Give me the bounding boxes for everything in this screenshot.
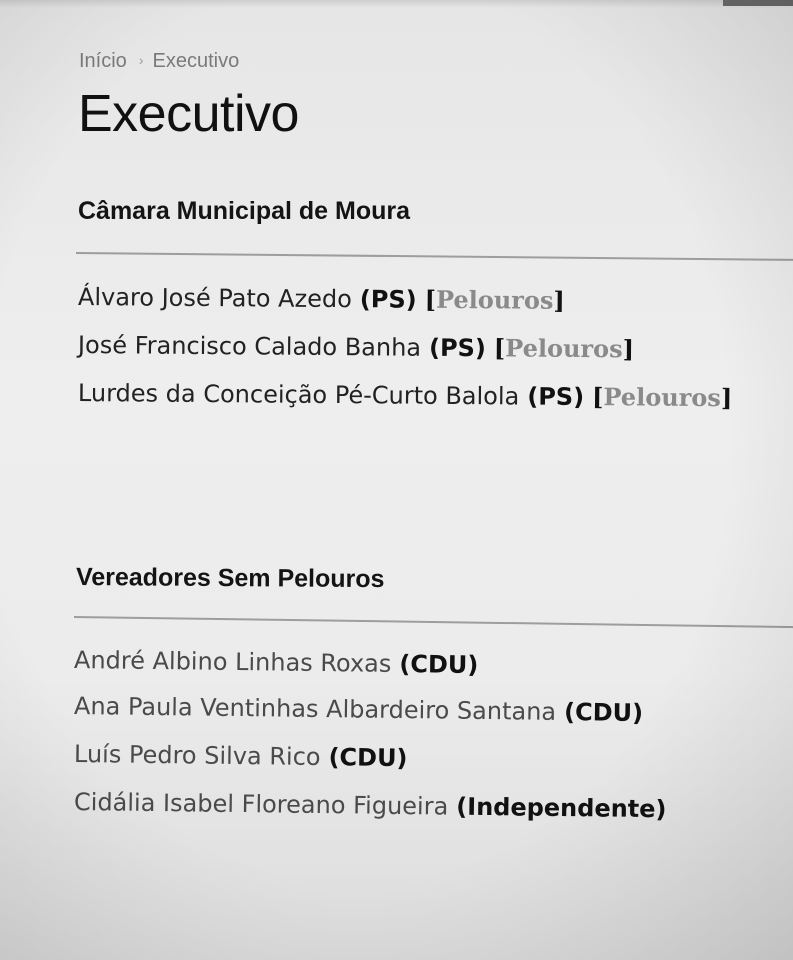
- member-name: Ana Paula Ventinhas Albardeiro Santana: [73, 692, 557, 726]
- member-party: (PS): [527, 382, 585, 411]
- screen-top-edge: [0, 0, 793, 8]
- section-divider: [75, 252, 793, 261]
- member-name: José Francisco Calado Banha: [77, 331, 422, 362]
- breadcrumb-home-link[interactable]: Início: [79, 50, 127, 72]
- section-heading-sem-pelouros: Vereadores Sem Pelouros: [75, 563, 385, 594]
- list-item: Ana Paula Ventinhas Albardeiro Santana (C…: [74, 692, 643, 727]
- member-name: André Albino Linhas Roxas: [73, 646, 392, 678]
- pelouros-link[interactable]: Pelouros: [436, 285, 554, 315]
- member-name: Luís Pedro Silva Rico: [73, 740, 321, 772]
- section-divider: [73, 616, 793, 629]
- list-item: Luís Pedro Silva Rico (CDU): [74, 740, 408, 772]
- breadcrumb: Início › Executivo: [79, 50, 239, 73]
- pelouros-link[interactable]: Pelouros: [603, 382, 721, 412]
- pelouros-bracket: [Pelouros]: [493, 333, 635, 364]
- pelouros-link[interactable]: Pelouros: [505, 333, 623, 363]
- pelouros-bracket: [Pelouros]: [591, 382, 733, 413]
- member-name: Álvaro José Pato Azedo: [77, 283, 352, 314]
- screen-corner: [723, 0, 793, 6]
- breadcrumb-current: Executivo: [152, 50, 240, 72]
- member-party: (PS): [359, 285, 417, 314]
- list-item: André Albino Linhas Roxas (CDU): [74, 646, 479, 679]
- page: Início › Executivo Executivo Câmara Munici…: [0, 0, 793, 960]
- section-heading-camara: Câmara Municipal de Moura: [78, 197, 411, 225]
- member-party: (CDU): [563, 697, 644, 727]
- list-item: Cidália Isabel Floreano Figueira (Indepen…: [74, 788, 667, 823]
- list-item: Álvaro José Pato Azedo (PS) [Pelouros]: [78, 282, 565, 315]
- member-name: Cidália Isabel Floreano Figueira: [73, 788, 449, 821]
- page-title: Executivo: [78, 85, 299, 143]
- list-item: Lurdes da Conceição Pé-Curto Balola (PS)[…: [78, 378, 732, 412]
- breadcrumb-separator-icon: ›: [138, 52, 144, 68]
- pelouros-bracket: [Pelouros]: [424, 284, 565, 315]
- member-name: Lurdes da Conceição Pé-Curto Balola: [77, 379, 520, 411]
- member-party: (PS): [428, 333, 486, 363]
- list-item: José Francisco Calado Banha (PS) [Pelouros…: [78, 330, 634, 363]
- member-party: (CDU): [399, 649, 479, 679]
- member-party: (Independente): [456, 792, 667, 824]
- member-party: (CDU): [328, 743, 408, 773]
